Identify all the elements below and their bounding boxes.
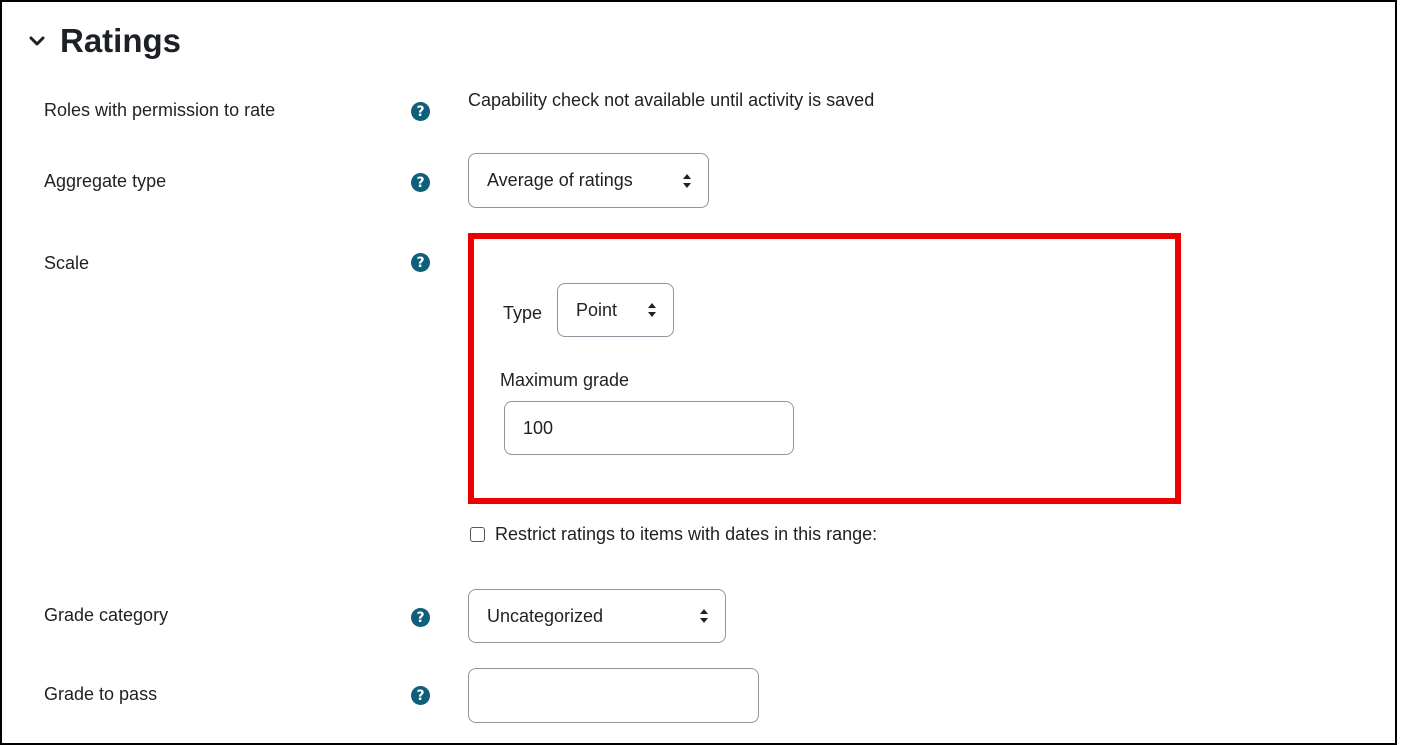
question-circle-icon[interactable]: ? [411, 686, 430, 705]
max-grade-label: Maximum grade [500, 370, 630, 390]
question-circle-icon[interactable]: ? [411, 608, 430, 627]
question-circle-icon[interactable]: ? [411, 102, 430, 121]
grade-category-label: Grade category [44, 605, 169, 625]
grade-to-pass-label: Grade to pass [44, 684, 158, 704]
aggregate-type-select[interactable]: Average of ratings [468, 153, 709, 208]
max-grade-input[interactable]: 100 [504, 401, 794, 455]
roles-value: Capability check not available until act… [468, 90, 875, 110]
question-circle-icon[interactable]: ? [411, 173, 430, 192]
grade-category-selected: Uncategorized [487, 605, 604, 626]
scale-highlight-box [468, 233, 1181, 504]
chevron-down-icon[interactable] [26, 30, 48, 52]
scale-type-label: Type [503, 303, 543, 323]
scale-type-select[interactable]: Point [557, 283, 674, 337]
scale-label: Scale [44, 253, 90, 273]
sort-caret-icon [683, 173, 691, 188]
question-circle-icon[interactable]: ? [411, 253, 430, 272]
grade-to-pass-input[interactable] [468, 668, 759, 723]
ratings-section-header[interactable]: Ratings [26, 22, 181, 60]
sort-caret-icon [648, 303, 656, 317]
aggregate-label: Aggregate type [44, 171, 167, 191]
restrict-dates-row[interactable]: Restrict ratings to items with dates in … [470, 524, 877, 545]
restrict-dates-label[interactable]: Restrict ratings to items with dates in … [495, 524, 877, 545]
restrict-dates-checkbox[interactable] [470, 527, 485, 542]
grade-category-select[interactable]: Uncategorized [468, 589, 726, 643]
scale-type-selected: Point [576, 299, 618, 320]
sort-caret-icon [700, 609, 708, 623]
aggregate-selected: Average of ratings [487, 170, 633, 190]
max-grade-value: 100 [523, 417, 554, 438]
roles-label: Roles with permission to rate [44, 100, 276, 120]
section-title: Ratings [60, 22, 182, 59]
